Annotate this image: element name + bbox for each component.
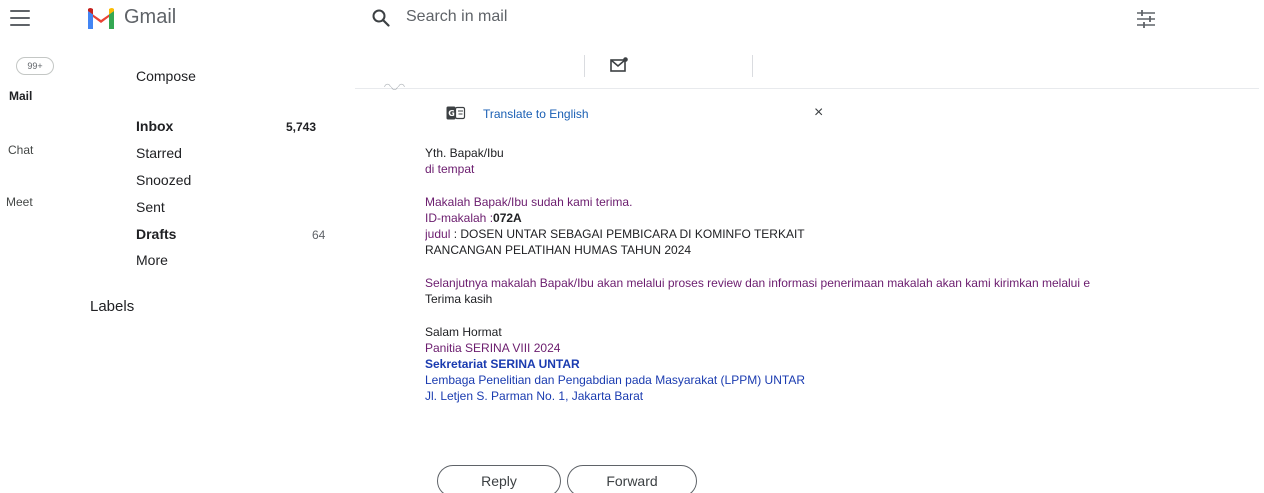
rail-item-mail[interactable]: Mail	[9, 89, 32, 103]
signature-committee: Panitia SERINA VIII 2024	[425, 341, 561, 355]
inbox-count: 5,743	[286, 120, 317, 134]
greeting-line-2: di tempat	[425, 162, 475, 176]
rail-item-chat[interactable]: Chat	[8, 143, 33, 157]
gmail-m-icon	[88, 7, 114, 29]
paper-id-value: 072A	[493, 211, 522, 225]
drafts-count: 64	[312, 228, 326, 242]
unread-badge: 99+	[16, 57, 54, 75]
compose-button[interactable]: Compose	[136, 68, 196, 84]
paper-id-line: ID-makalah :072A	[425, 211, 522, 225]
rail-item-meet[interactable]: Meet	[6, 195, 33, 209]
forward-button[interactable]: Forward	[567, 465, 697, 493]
title-line-2: RANCANGAN PELATIHAN HUMAS TAHUN 2024	[425, 243, 692, 257]
app-name: Gmail	[124, 6, 177, 28]
message-body: Yth. Bapak/Ibu di tempat Makalah Bapak/I…	[425, 0, 1261, 493]
nav-item-sent[interactable]: Sent	[136, 199, 165, 215]
greeting-line-1: Yth. Bapak/Ibu	[425, 146, 504, 160]
menu-icon[interactable]	[10, 10, 30, 26]
paper-id-label: ID-makalah :	[425, 211, 494, 225]
signature-address: Jl. Letjen S. Parman No. 1, Jakarta Bara…	[425, 389, 644, 403]
closing-line: Salam Hormat	[425, 325, 502, 339]
avatar-fragment: ◠◡◠	[384, 82, 405, 91]
title-label: judul	[425, 227, 451, 241]
thanks-line: Terima kasih	[425, 292, 493, 306]
nav-item-starred[interactable]: Starred	[136, 145, 182, 161]
title-value: : DOSEN UNTAR SEBAGAI PEMBICARA DI KOMIN…	[450, 227, 805, 241]
nav-item-snoozed[interactable]: Snoozed	[136, 172, 191, 188]
nav-item-inbox[interactable]: Inbox	[136, 118, 173, 134]
nav-item-drafts[interactable]: Drafts	[136, 226, 176, 242]
nav-item-more[interactable]: More	[136, 252, 168, 268]
signature-secretariat: Sekretariat SERINA UNTAR	[425, 357, 580, 371]
reply-button[interactable]: Reply	[437, 465, 561, 493]
received-line: Makalah Bapak/Ibu sudah kami terima.	[425, 195, 633, 209]
gmail-logo[interactable]: Gmail	[86, 6, 176, 29]
labels-heading: Labels	[90, 298, 135, 315]
review-line: Selanjutnya makalah Bapak/Ibu akan melal…	[425, 276, 1091, 290]
signature-institution: Lembaga Penelitian dan Pengabdian pada M…	[425, 373, 805, 387]
title-line: judul : DOSEN UNTAR SEBAGAI PEMBICARA DI…	[425, 227, 805, 241]
search-icon[interactable]	[372, 9, 390, 27]
